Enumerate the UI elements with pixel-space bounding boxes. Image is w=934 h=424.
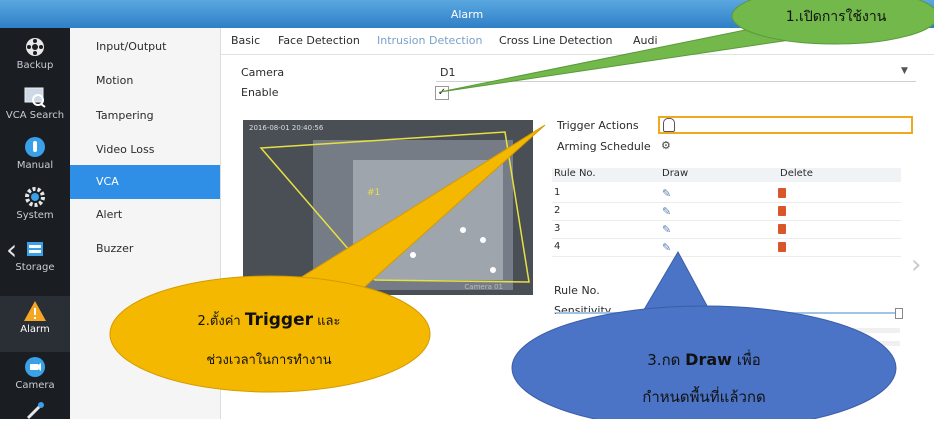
submenu-input-output[interactable]: Input/Output xyxy=(70,30,220,64)
sensitivity-label: Sensitivity xyxy=(554,304,612,317)
submenu-alert[interactable]: Alert xyxy=(70,198,220,232)
camera-select[interactable]: D1 xyxy=(440,66,455,79)
nav-label: System xyxy=(16,210,54,221)
rules-table-header xyxy=(552,168,901,182)
schedule-settings-icon[interactable]: ⚙ xyxy=(661,139,671,152)
table-row: 4 ✎ xyxy=(552,239,901,257)
video-camera-name: Camera 01 xyxy=(464,283,503,291)
nav-backup[interactable]: Backup xyxy=(0,36,70,71)
arming-schedule-label: Arming Schedule xyxy=(557,140,651,153)
yellow-callout-keyword: Trigger xyxy=(244,310,314,330)
delete-trash-icon[interactable] xyxy=(778,188,786,198)
video-scene xyxy=(243,120,533,295)
nav-scroll-left-icon[interactable]: ‹ xyxy=(6,233,17,266)
tab-people[interactable]: Peop xyxy=(731,34,758,47)
submenu-vca[interactable]: VCA xyxy=(70,165,220,199)
trigger-actions-field[interactable] xyxy=(658,116,913,134)
col-draw: Draw xyxy=(662,168,689,179)
enable-checkbox[interactable]: ✓ xyxy=(435,86,449,100)
yellow-callout-line2: ช่วงเวลาในการทำงาน xyxy=(206,353,332,368)
faint-slider-track xyxy=(556,328,900,333)
nav-label: Backup xyxy=(16,60,54,71)
rule-number: 1 xyxy=(554,187,561,198)
nav-label: Camera xyxy=(15,380,55,391)
table-row: 1 ✎ xyxy=(552,185,901,203)
backup-icon xyxy=(22,36,48,58)
sensitivity-slider-knob[interactable] xyxy=(895,308,903,319)
draw-pencil-icon[interactable]: ✎ xyxy=(662,205,671,218)
camera-select-underline xyxy=(436,81,916,82)
submenu-buzzer[interactable]: Buzzer xyxy=(70,232,220,266)
tab-basic[interactable]: Basic xyxy=(231,34,260,47)
vca-search-icon xyxy=(22,86,48,108)
submenu-video-loss[interactable]: Video Loss xyxy=(70,133,220,167)
blue-callout-keyword: Draw xyxy=(685,350,732,369)
tab-audio[interactable]: Audi xyxy=(633,34,658,47)
blue-callout-line2: กำหนดพื้นที่แล้วกด xyxy=(642,388,766,406)
faint-slider-track xyxy=(556,341,900,346)
tab-divider xyxy=(221,54,934,55)
draw-pencil-icon[interactable]: ✎ xyxy=(662,187,671,200)
camera-label: Camera xyxy=(241,66,285,79)
zone-label: #1 xyxy=(367,188,381,198)
nav-alarm[interactable]: Alarm xyxy=(0,296,70,352)
video-timestamp: 2016-08-01 20:40:56 xyxy=(249,124,324,132)
rule-number: 2 xyxy=(554,205,561,216)
tab-cross-line-detection[interactable]: Cross Line Detection xyxy=(499,34,613,47)
table-row: 2 ✎ xyxy=(552,203,901,221)
nav-vca-search[interactable]: VCA Search xyxy=(0,86,70,121)
nav-camera[interactable]: Camera xyxy=(0,356,70,391)
nav-label: Storage xyxy=(15,262,55,273)
delete-trash-icon[interactable] xyxy=(778,242,786,252)
trigger-settings-icon[interactable] xyxy=(663,118,675,132)
submenu-motion[interactable]: Motion xyxy=(70,64,220,98)
tab-face-detection[interactable]: Face Detection xyxy=(278,34,360,47)
draw-pencil-icon[interactable]: ✎ xyxy=(662,241,671,254)
trigger-actions-label: Trigger Actions xyxy=(557,119,639,132)
blue-callout-line1: 3.กด Draw เพื่อ xyxy=(574,348,834,372)
next-page-arrow-icon[interactable]: › xyxy=(911,250,921,280)
sensitivity-slider[interactable] xyxy=(556,312,900,314)
enable-label: Enable xyxy=(241,86,279,99)
rule-number: 4 xyxy=(554,241,561,252)
yellow-callout-suffix: และ xyxy=(313,314,341,329)
rule-number: 3 xyxy=(554,223,561,234)
nav-label: VCA Search xyxy=(5,110,65,121)
green-callout-text: 1.เปิดการใช้งาน xyxy=(785,9,887,25)
blue-callout-suffix: เพื่อ xyxy=(731,351,761,369)
col-delete: Delete xyxy=(780,168,813,179)
alarm-warning-icon xyxy=(22,300,48,322)
draw-pencil-icon[interactable]: ✎ xyxy=(662,223,671,236)
delete-trash-icon[interactable] xyxy=(778,206,786,216)
nav-system[interactable]: System xyxy=(0,186,70,221)
manual-icon xyxy=(22,136,48,158)
storage-icon xyxy=(22,238,48,260)
nav-maintenance[interactable] xyxy=(0,400,70,424)
rule-no-label: Rule No. xyxy=(554,284,600,297)
video-preview[interactable]: 2016-08-01 20:40:56 #1 Camera 01 xyxy=(243,120,533,295)
left-nav: Backup VCA Search Manual System Storage … xyxy=(0,28,70,420)
nav-label: Alarm xyxy=(20,324,50,335)
col-rule-no: Rule No. xyxy=(554,168,596,179)
submenu-tampering[interactable]: Tampering xyxy=(70,99,220,133)
table-row: 3 ✎ xyxy=(552,221,901,239)
dropdown-arrow-icon[interactable]: ▼ xyxy=(901,66,908,76)
system-gear-icon xyxy=(22,186,48,208)
nav-label: Manual xyxy=(16,160,54,171)
blue-callout-prefix: 3.กด xyxy=(647,351,686,369)
camera-icon xyxy=(22,356,48,378)
delete-trash-icon[interactable] xyxy=(778,224,786,234)
tab-intrusion-detection[interactable]: Intrusion Detection xyxy=(377,34,482,47)
nav-manual[interactable]: Manual xyxy=(0,136,70,171)
yellow-callout-prefix: 2.ตั้งค่า xyxy=(197,314,245,329)
yellow-callout-line1: 2.ตั้งค่า Trigger และ xyxy=(146,310,392,331)
